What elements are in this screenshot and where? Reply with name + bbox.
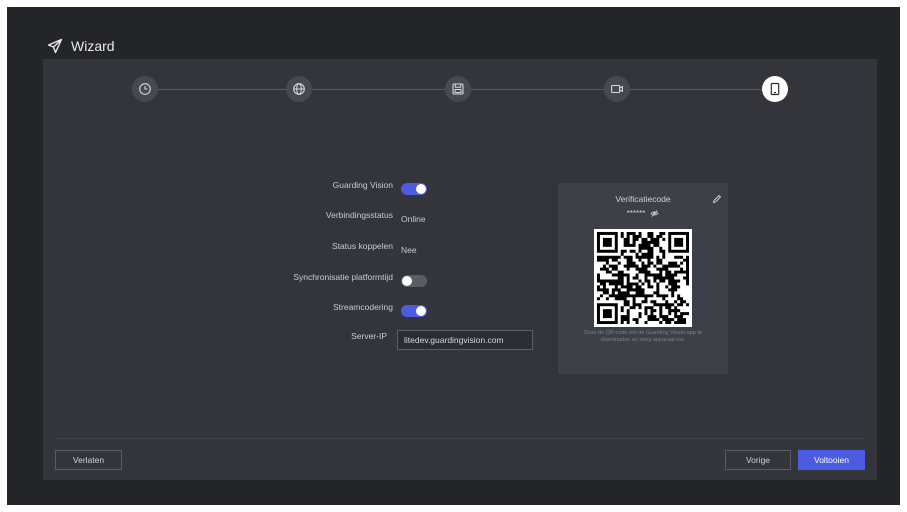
toggle-knob bbox=[402, 276, 412, 286]
link-status-value: Nee bbox=[401, 245, 417, 255]
page-title: Wizard bbox=[71, 38, 115, 54]
title-bar: Wizard bbox=[47, 36, 115, 56]
row-guarding-vision: Guarding Vision bbox=[0, 180, 900, 198]
server-ip-input[interactable] bbox=[397, 330, 533, 350]
row-platform-time-sync: Synchronisatie platformtijd bbox=[0, 272, 900, 290]
toggle-knob bbox=[416, 184, 426, 194]
pencil-icon[interactable] bbox=[712, 194, 722, 204]
guarding-vision-toggle[interactable] bbox=[401, 183, 427, 195]
verification-title: Verificatiecode bbox=[615, 194, 671, 204]
leave-button[interactable]: Verlaten bbox=[55, 450, 122, 470]
row-stream-encoding: Streamcodering bbox=[0, 302, 900, 320]
clock-icon bbox=[139, 83, 151, 95]
wizard-panel bbox=[43, 59, 877, 480]
finish-button[interactable]: Voltooien bbox=[798, 450, 865, 470]
connection-status-value: Online bbox=[401, 214, 426, 224]
disk-icon bbox=[452, 83, 464, 95]
verification-code: ****** bbox=[626, 209, 646, 218]
step-storage[interactable] bbox=[445, 76, 471, 102]
step-time[interactable] bbox=[132, 76, 158, 102]
platform-time-sync-toggle[interactable] bbox=[401, 275, 427, 287]
stream-encoding-label: Streamcodering bbox=[332, 302, 393, 312]
stream-encoding-toggle[interactable] bbox=[401, 305, 427, 317]
qr-code-image bbox=[594, 229, 692, 327]
footer-divider bbox=[55, 438, 865, 439]
tablet-icon bbox=[770, 82, 780, 96]
eye-hidden-icon[interactable] bbox=[650, 209, 660, 218]
camera-icon bbox=[611, 84, 623, 94]
globe-icon bbox=[293, 83, 305, 95]
server-ip-label: Server-IP bbox=[351, 331, 387, 341]
qr-code-graphic bbox=[596, 231, 690, 325]
verification-card: Verificatiecode ****** Scan de QR-code o… bbox=[558, 183, 728, 374]
step-camera[interactable] bbox=[604, 76, 630, 102]
platform-time-sync-label: Synchronisatie platformtijd bbox=[293, 272, 393, 282]
verification-code-row: ****** bbox=[558, 209, 728, 218]
row-link-status: Status koppelen Nee bbox=[0, 241, 900, 259]
paper-plane-icon bbox=[47, 38, 63, 54]
connection-status-label: Verbindingsstatus bbox=[325, 210, 393, 220]
qr-hint-text: Scan de QR-code om de Guarding Vision-ap… bbox=[583, 330, 703, 343]
step-network[interactable] bbox=[286, 76, 312, 102]
guarding-vision-label: Guarding Vision bbox=[332, 180, 393, 190]
link-status-label: Status koppelen bbox=[332, 241, 393, 251]
toggle-knob bbox=[416, 306, 426, 316]
step-mobile-active[interactable] bbox=[762, 76, 788, 102]
row-connection-status: Verbindingsstatus Online bbox=[0, 210, 900, 228]
previous-button[interactable]: Vorige bbox=[725, 450, 791, 470]
